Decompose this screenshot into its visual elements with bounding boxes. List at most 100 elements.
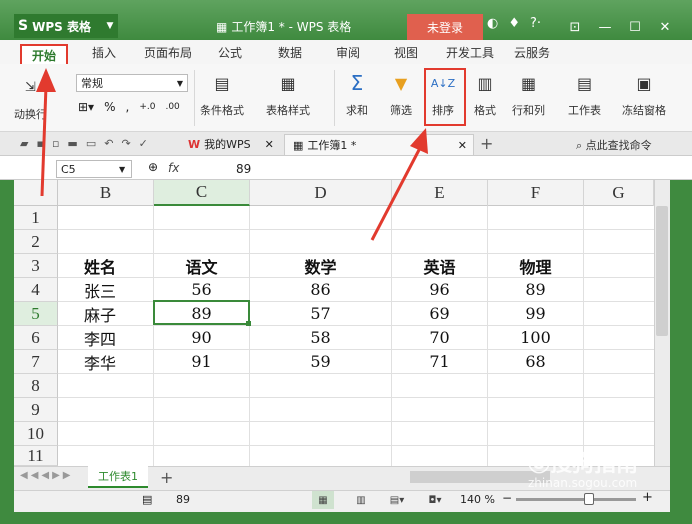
row-header[interactable]: 2 (14, 230, 58, 254)
table-cell[interactable]: 57 (250, 302, 392, 326)
print-icon[interactable]: ▬ (67, 137, 77, 150)
cell-e3[interactable]: 英语 (392, 254, 488, 278)
add-sheet-plus-icon[interactable]: + (160, 468, 173, 487)
check-icon[interactable]: ✓ (139, 137, 148, 150)
fill-handle[interactable] (246, 321, 251, 326)
row-column-button[interactable]: ▦ 行和列 (512, 70, 545, 118)
page-break-icon[interactable]: ▤▾ (386, 491, 408, 509)
decrease-decimal-icon[interactable]: .00 (165, 102, 179, 112)
table-cell[interactable]: 71 (392, 350, 488, 374)
sheet-nav-arrows-icon[interactable]: ◀◀◀▶▶ (20, 470, 73, 481)
row-header[interactable]: 7 (14, 350, 58, 374)
zoom-slider-knob[interactable] (584, 493, 594, 505)
column-header-f[interactable]: F (488, 180, 584, 206)
wrap-text-button[interactable]: ⇲ 动换行 (14, 74, 47, 122)
worksheet-button[interactable]: ▤ 工作表 (568, 70, 601, 118)
table-cell[interactable]: 麻子 (58, 302, 154, 326)
table-cell[interactable]: 68 (488, 350, 584, 374)
redo-icon[interactable]: ↷ (121, 137, 130, 150)
column-header-b[interactable]: B (58, 180, 154, 206)
table-cell[interactable]: 89 (488, 278, 584, 302)
table-cell[interactable]: 59 (250, 350, 392, 374)
my-wps-tab[interactable]: W 我的WPS ✕ (188, 136, 274, 152)
page-layout-icon[interactable]: ▥ (350, 491, 372, 509)
row-header[interactable]: 8 (14, 374, 58, 398)
cell-c3[interactable]: 语文 (154, 254, 250, 278)
freeze-panes-button[interactable]: ▣ 冻结窗格 (622, 70, 666, 118)
cell-f3[interactable]: 物理 (488, 254, 584, 278)
new-tab-plus-icon[interactable]: + (480, 134, 493, 153)
table-cell[interactable]: 李四 (58, 326, 154, 350)
table-cell[interactable]: 99 (488, 302, 584, 326)
command-search[interactable]: ⌕ 点此查找命令 (576, 137, 652, 153)
table-style-button[interactable]: ▦ 表格样式 (266, 70, 310, 118)
app-menu-button[interactable]: S WPS 表格 ▼ (14, 14, 118, 38)
filter-button[interactable]: ▼ 筛选 (388, 70, 414, 118)
table-cell[interactable]: 86 (250, 278, 392, 302)
table-cell[interactable]: 58 (250, 326, 392, 350)
tab-insert[interactable]: 插入 (92, 44, 116, 61)
table-cell[interactable]: 69 (392, 302, 488, 326)
skin-icon[interactable]: ◐ (487, 16, 498, 31)
row-header[interactable]: 5 (14, 302, 58, 326)
tab-view[interactable]: 视图 (394, 44, 418, 61)
close-icon[interactable]: ✕ (458, 139, 467, 152)
row-header[interactable]: 11 (14, 446, 58, 466)
cell-d3[interactable]: 数学 (250, 254, 392, 278)
zoom-in-icon[interactable]: + (642, 490, 653, 505)
row-header[interactable]: 1 (14, 206, 58, 230)
zoom-slider[interactable] (516, 498, 636, 501)
save-icon[interactable]: ▪ (36, 137, 43, 150)
row-header[interactable]: 3 (14, 254, 58, 278)
maximize-icon[interactable]: ☐ (620, 14, 650, 40)
zoom-search-icon[interactable]: ⊕ (148, 160, 158, 174)
table-cell[interactable]: 56 (154, 278, 250, 302)
undo-icon[interactable]: ↶ (104, 137, 113, 150)
table-cell[interactable]: 96 (392, 278, 488, 302)
minimize-icon[interactable]: — (590, 14, 620, 40)
currency-icon[interactable]: ⊞▾ (78, 100, 94, 114)
number-format-select[interactable]: 常规 ▼ (76, 74, 188, 92)
table-cell[interactable]: 90 (154, 326, 250, 350)
cell-b3[interactable]: 姓名 (58, 254, 154, 278)
row-header[interactable]: 10 (14, 422, 58, 446)
increase-decimal-icon[interactable]: +.0 (139, 102, 155, 112)
fx-icon[interactable]: fx (168, 161, 179, 175)
login-button[interactable]: 未登录 (407, 14, 483, 40)
table-cell[interactable]: 70 (392, 326, 488, 350)
conditional-format-button[interactable]: ▤ 条件格式 (200, 70, 244, 118)
row-header[interactable]: 4 (14, 278, 58, 302)
help-icon[interactable]: ?· (530, 16, 541, 31)
percent-button[interactable]: % (104, 100, 115, 114)
restore-icon[interactable]: ⊡ (560, 14, 590, 40)
pdf-icon[interactable]: ▫ (52, 137, 59, 150)
vertical-scroll-thumb[interactable] (656, 206, 668, 336)
row-header[interactable]: 9 (14, 398, 58, 422)
zoom-out-icon[interactable]: − (502, 491, 512, 505)
column-header-c[interactable]: C (154, 180, 250, 206)
tab-data[interactable]: 数据 (278, 44, 302, 61)
sum-button[interactable]: Σ 求和 (344, 70, 370, 118)
formula-input[interactable]: 89 (232, 160, 672, 178)
table-cell[interactable]: 张三 (58, 278, 154, 302)
workbook-tab[interactable]: ▦ 工作簿1 * ✕ (284, 134, 474, 156)
select-all-corner[interactable] (14, 180, 58, 206)
table-cell[interactable]: 李华 (58, 350, 154, 374)
format-button[interactable]: ▥ 格式 (472, 70, 498, 118)
tab-page-layout[interactable]: 页面布局 (144, 44, 192, 61)
zoom-level[interactable]: 140 % (460, 493, 495, 506)
table-cell[interactable]: 100 (488, 326, 584, 350)
column-header-g[interactable]: G (584, 180, 654, 206)
normal-view-icon[interactable]: ▦ (312, 491, 334, 509)
column-header-e[interactable]: E (392, 180, 488, 206)
comma-button[interactable]: , (125, 100, 129, 114)
tab-home[interactable]: 开始 (20, 44, 68, 66)
sort-button[interactable]: A↓Z 排序 (430, 70, 456, 118)
reading-view-icon[interactable]: ◘▾ (424, 491, 446, 509)
tab-cloud[interactable]: 云服务 (514, 44, 550, 61)
tab-developer[interactable]: 开发工具 (446, 44, 494, 61)
tab-review[interactable]: 审阅 (336, 44, 360, 61)
preview-icon[interactable]: ▭ (86, 137, 96, 150)
row-header[interactable]: 6 (14, 326, 58, 350)
close-icon[interactable]: ✕ (265, 138, 274, 151)
